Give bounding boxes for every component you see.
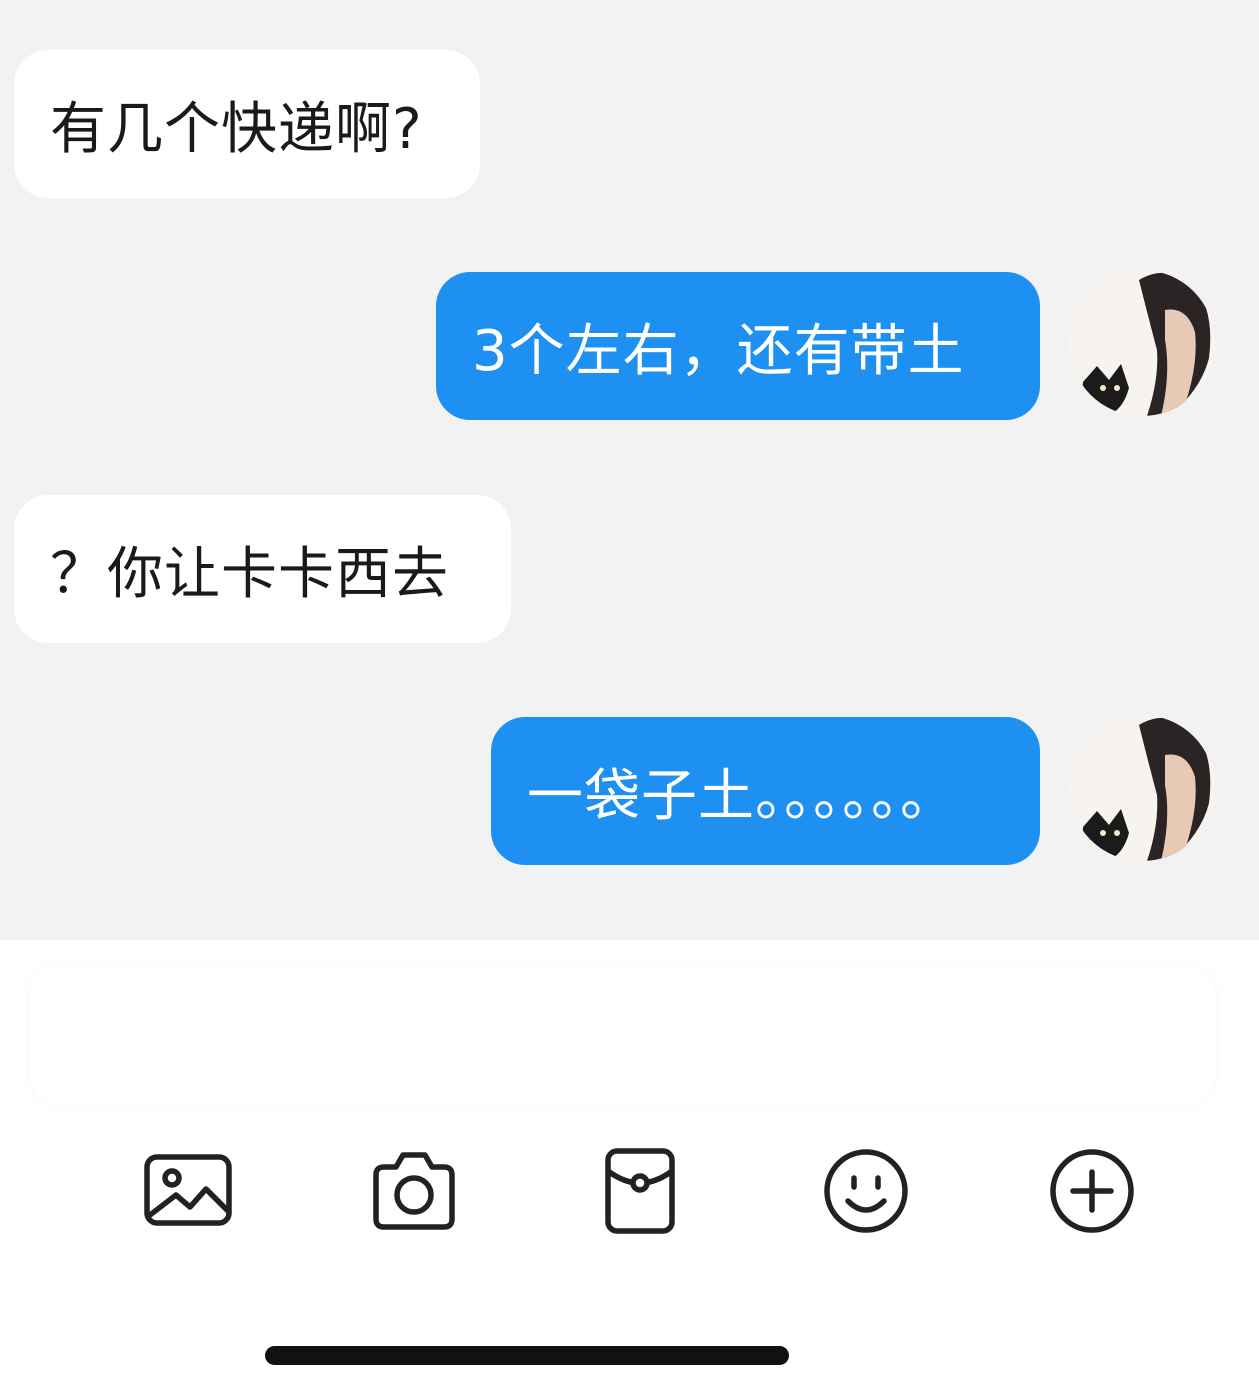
message-text: ？你让卡卡西去 <box>50 541 449 607</box>
avatar-image <box>1069 270 1215 416</box>
message-text: 一袋子土。。。。。。 <box>527 763 957 829</box>
avatar[interactable] <box>1069 715 1215 861</box>
plus-icon[interactable] <box>1046 1145 1138 1237</box>
red-packet-icon[interactable] <box>594 1145 686 1237</box>
chat-message-list[interactable]: 有几个快递啊? 3个左右，还有带土 ？你让卡卡西去 一袋子土。。。。。。 <box>0 0 1259 940</box>
outgoing-message-bubble[interactable]: 3个左右，还有带土 <box>436 272 1040 420</box>
camera-icon[interactable] <box>368 1145 460 1237</box>
emoji-icon[interactable] <box>820 1145 912 1237</box>
incoming-message-bubble[interactable]: ？你让卡卡西去 <box>14 495 511 643</box>
outgoing-message-bubble[interactable]: 一袋子土。。。。。。 <box>491 717 1040 865</box>
message-text: 有几个快递啊? <box>50 96 423 162</box>
incoming-message-bubble[interactable]: 有几个快递啊? <box>14 50 480 198</box>
home-indicator[interactable] <box>265 1346 789 1365</box>
avatar[interactable] <box>1069 270 1215 416</box>
image-icon[interactable] <box>142 1145 234 1237</box>
message-input[interactable] <box>30 965 1215 1105</box>
avatar-image <box>1069 715 1215 861</box>
message-text: 3个左右，还有带土 <box>472 318 965 384</box>
